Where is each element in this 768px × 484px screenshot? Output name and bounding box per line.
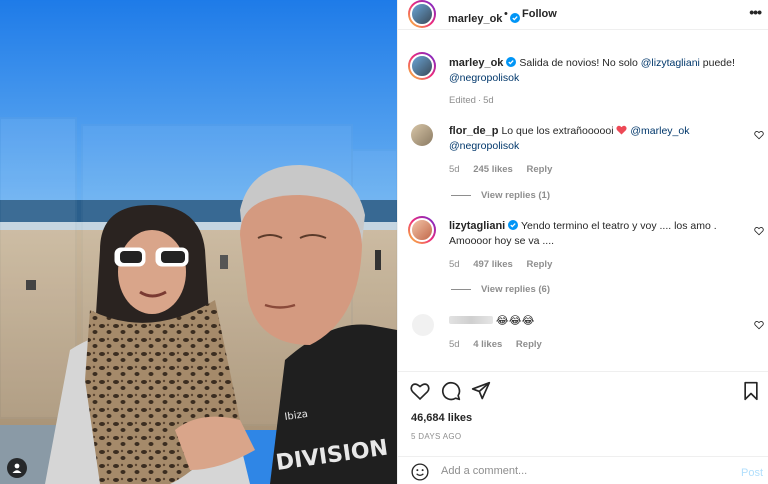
replies-line <box>451 195 471 196</box>
post-photo[interactable]: Ibiza DIVISION <box>0 0 397 484</box>
verified-badge-icon <box>508 220 519 230</box>
tagged-user-icon[interactable] <box>7 458 27 478</box>
commenter-username[interactable]: flor_de_p <box>449 125 499 137</box>
comment-likes[interactable]: 245 likes <box>473 164 513 175</box>
view-replies-label: View replies (1) <box>481 190 550 201</box>
caption-meta: Edited · 5d <box>449 95 505 106</box>
comment-body: Lo que los extrañoooooi <box>501 125 614 137</box>
comment-time: 5d <box>449 259 460 270</box>
meta-dot: · <box>477 95 482 106</box>
author-username[interactable]: marley_ok <box>448 9 520 27</box>
comment-text: flor_de_p Lo que los extrañoooooi @marle… <box>449 124 739 154</box>
caption-avatar[interactable] <box>408 52 436 80</box>
view-replies-button[interactable]: View replies (1) <box>451 190 550 201</box>
header-separator: • <box>504 8 508 20</box>
post-comment-button[interactable]: Post <box>741 467 763 479</box>
like-comment-icon[interactable] <box>754 226 764 236</box>
post-header: marley_ok • Follow ••• <box>398 0 768 30</box>
reply-button[interactable]: Reply <box>526 164 552 175</box>
like-comment-icon[interactable] <box>754 130 764 140</box>
post-side-panel: marley_ok • Follow ••• marley_ok Salida … <box>397 0 768 484</box>
replies-line <box>451 289 471 290</box>
comment-input[interactable] <box>441 462 721 480</box>
comment-time: 5d <box>449 339 460 350</box>
post-date: 5 DAYS AGO <box>411 432 462 441</box>
comment-icon[interactable] <box>441 381 461 401</box>
caption-body-end: puede! <box>699 57 735 69</box>
comment-text: 😂😂😂 <box>449 313 739 329</box>
add-comment-bar: Post <box>398 456 768 484</box>
photo-image: Ibiza DIVISION <box>0 0 397 484</box>
comment-body: 😂😂😂 <box>495 314 535 327</box>
comment-body-line2: Amoooor hoy se va .... <box>449 235 555 247</box>
edited-label: Edited <box>449 95 476 106</box>
mention-link[interactable]: @lizytagliani <box>641 57 700 69</box>
reply-button[interactable]: Reply <box>526 259 552 270</box>
view-replies-button[interactable]: View replies (6) <box>451 284 550 295</box>
commenter-avatar[interactable] <box>412 314 434 336</box>
likes-count[interactable]: 46,684 likes <box>411 412 472 424</box>
caption-text: marley_ok Salida de novios! No solo @liz… <box>449 56 739 86</box>
comment-text: lizytagliani Yendo termino el teatro y v… <box>449 219 739 249</box>
more-options-icon[interactable]: ••• <box>749 4 762 20</box>
mention-link[interactable]: @marley_ok <box>630 125 689 137</box>
comment-meta: 5d 245 likes Reply <box>449 164 563 175</box>
emoji-icon[interactable] <box>411 463 429 481</box>
author-avatar[interactable] <box>408 0 436 28</box>
verified-badge-icon <box>509 13 520 23</box>
mention-link[interactable]: @negropolisok <box>449 72 519 84</box>
verified-badge-icon <box>506 57 517 67</box>
like-comment-icon[interactable] <box>754 320 764 330</box>
view-replies-label: View replies (6) <box>481 284 550 295</box>
comment-likes[interactable]: 4 likes <box>473 339 502 350</box>
caption-username[interactable]: marley_ok <box>449 57 503 69</box>
comment-time: 5d <box>449 164 460 175</box>
commenter-avatar[interactable] <box>411 124 433 146</box>
comment-meta: 5d 4 likes Reply <box>449 339 553 350</box>
mention-link[interactable]: @negropolisok <box>449 140 519 152</box>
commenter-avatar[interactable] <box>408 216 436 244</box>
save-bookmark-icon[interactable] <box>741 381 761 401</box>
comment-meta: 5d 497 likes Reply <box>449 259 563 270</box>
comment-body: Yendo termino el teatro y voy .... los a… <box>520 220 717 232</box>
follow-button[interactable]: Follow <box>522 8 557 20</box>
reply-button[interactable]: Reply <box>516 339 542 350</box>
caption-body: Salida de novios! No solo <box>519 57 641 69</box>
comments-list[interactable]: marley_ok Salida de novios! No solo @liz… <box>398 30 768 370</box>
red-heart-emoji-icon <box>616 125 628 135</box>
share-icon[interactable] <box>471 381 491 401</box>
post-actions: 46,684 likes 5 DAYS AGO <box>398 371 768 451</box>
commenter-username[interactable]: lizytagliani <box>449 220 505 232</box>
blurred-username[interactable] <box>449 316 493 324</box>
like-icon[interactable] <box>410 381 430 401</box>
caption-time: 5d <box>483 95 494 106</box>
comment-likes[interactable]: 497 likes <box>473 259 513 270</box>
